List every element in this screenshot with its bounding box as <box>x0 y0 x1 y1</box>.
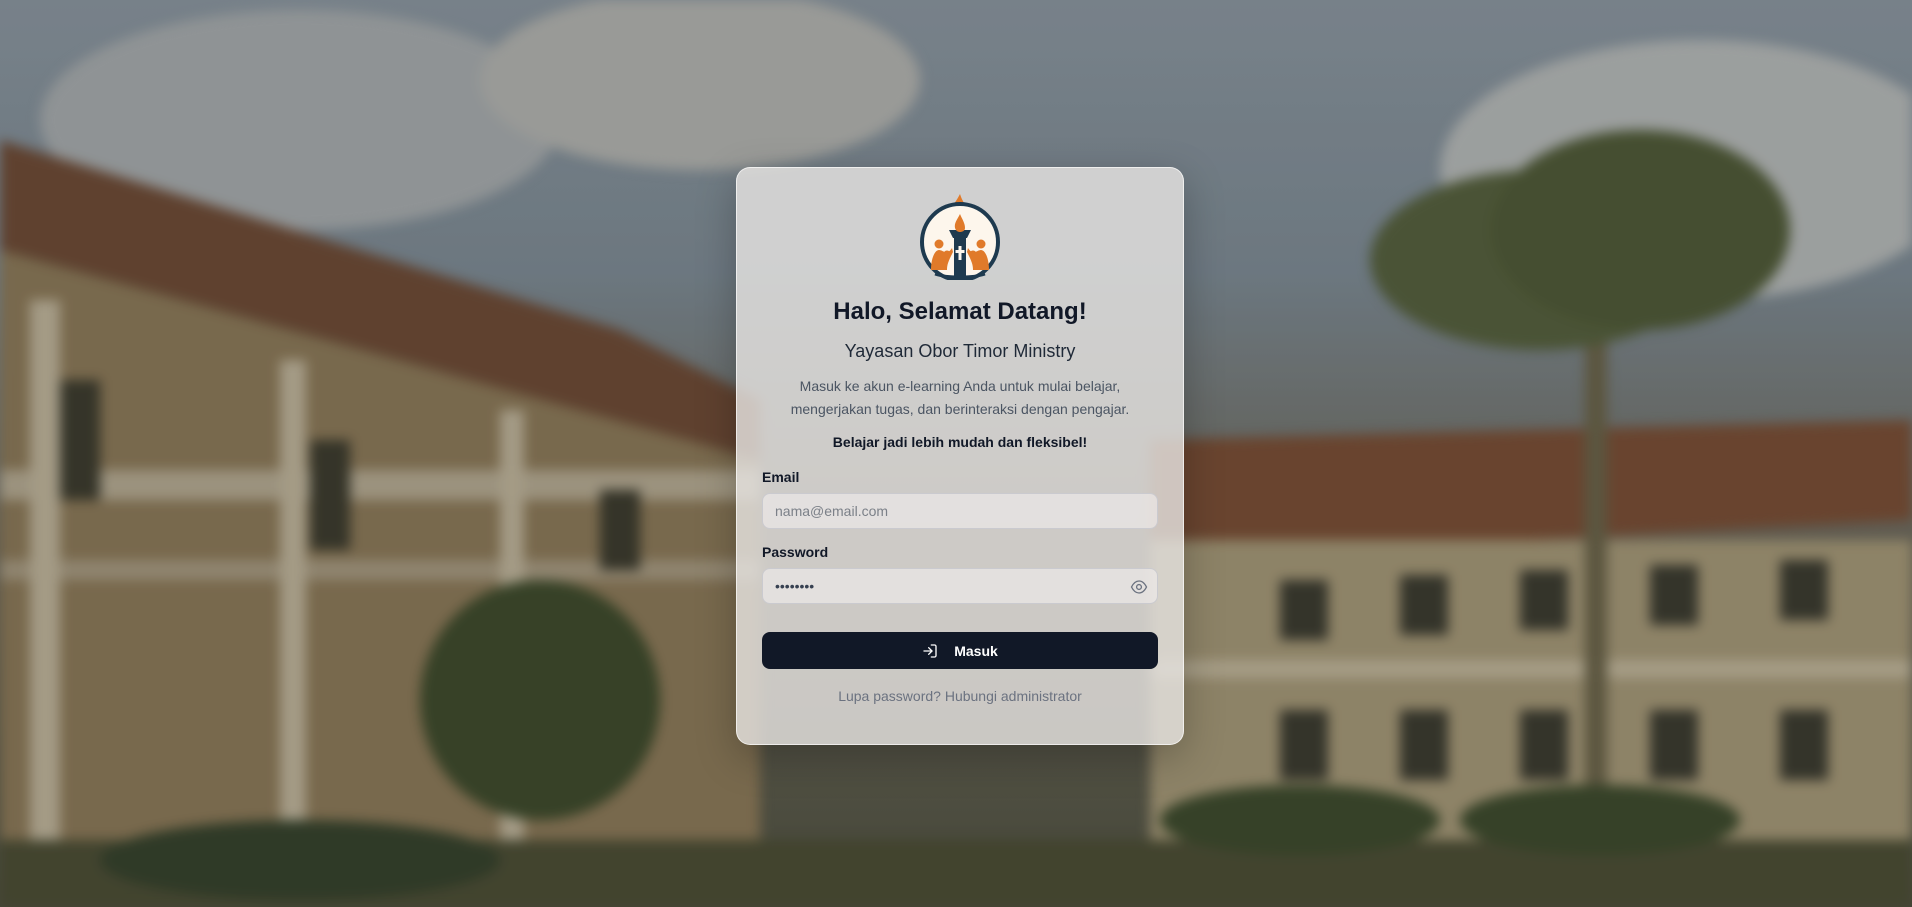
welcome-tagline: Belajar jadi lebih mudah dan fleksibel! <box>832 434 1088 450</box>
organization-name: Yayasan Obor Timor Ministry <box>844 341 1076 361</box>
eye-icon[interactable] <box>1130 578 1148 596</box>
password-field-wrapper <box>762 568 1158 604</box>
forgot-password-text[interactable]: Lupa password? Hubungi administrator <box>762 687 1158 705</box>
email-field-wrapper <box>762 493 1158 529</box>
welcome-description: Masuk ke akun e-learning Anda untuk mula… <box>790 378 1130 417</box>
login-button-label: Masuk <box>954 642 998 659</box>
password-field[interactable] <box>763 569 1157 603</box>
login-button[interactable]: Masuk <box>762 632 1158 669</box>
email-field[interactable] <box>763 494 1157 528</box>
email-label: Email <box>762 469 800 485</box>
foundation-logo-icon <box>920 194 1000 280</box>
welcome-title: Halo, Selamat Datang! <box>833 298 1087 325</box>
login-arrow-icon <box>923 643 937 658</box>
login-card: Halo, Selamat Datang! Yayasan Obor Timor… <box>736 167 1184 745</box>
password-label: Password <box>762 544 829 560</box>
